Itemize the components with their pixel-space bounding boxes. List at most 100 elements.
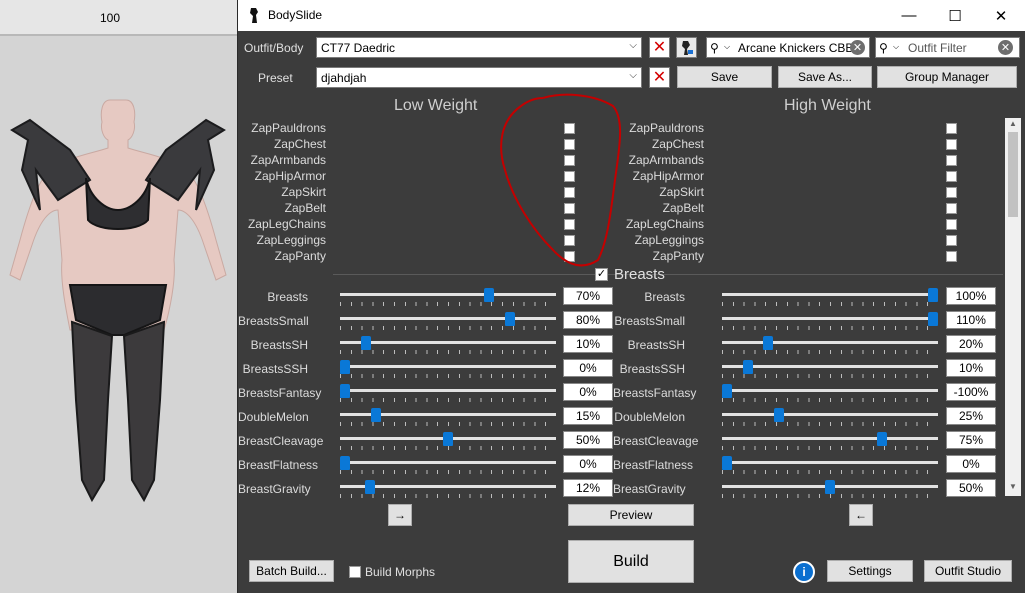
vertical-scrollbar[interactable]: ▲ ▼ — [1005, 118, 1021, 496]
zap-checkbox-high[interactable] — [946, 123, 957, 134]
slider-thumb-low[interactable] — [360, 336, 371, 350]
slider-value-high[interactable]: 110% — [946, 311, 996, 329]
screen: 100 BodySlide — ☐ ✕ Outfit/Body CT77 Dae… — [0, 0, 1025, 593]
slider-thumb-low[interactable] — [340, 384, 350, 398]
slider-thumb-low[interactable] — [370, 408, 381, 422]
scrollbar-thumb[interactable] — [1008, 132, 1018, 217]
save-as-button[interactable]: Save As... — [778, 66, 872, 88]
outfit-studio-button[interactable]: Outfit Studio — [924, 560, 1012, 582]
info-icon[interactable]: i — [793, 561, 815, 583]
slider-thumb-high[interactable] — [825, 480, 835, 494]
build-button[interactable]: Build — [568, 540, 694, 583]
body-preview-figure[interactable] — [0, 60, 237, 540]
slider-label-low: Breasts — [267, 290, 308, 304]
paint-brush-button[interactable] — [676, 37, 697, 58]
slider-track-low[interactable] — [340, 293, 556, 296]
minimize-button[interactable]: — — [886, 0, 932, 31]
slider-track-high[interactable] — [722, 317, 938, 320]
slider-track-high[interactable] — [722, 365, 938, 368]
bodyslide-app-icon — [250, 8, 258, 23]
slider-value-low[interactable]: 0% — [563, 359, 613, 377]
slider-thumb-low[interactable] — [484, 288, 495, 302]
slider-thumb-low[interactable] — [443, 432, 453, 446]
slider-label-low: BreastsSmall — [238, 314, 309, 328]
zap-checkbox-high[interactable] — [946, 171, 957, 182]
slider-track-high[interactable] — [722, 293, 938, 296]
clear-filter-icon[interactable]: ✕ — [998, 40, 1013, 55]
slider-value-low[interactable]: 80% — [563, 311, 613, 329]
zap-checkbox-high[interactable] — [946, 155, 957, 166]
zap-checkbox-high[interactable] — [946, 219, 957, 230]
slider-track-low[interactable] — [340, 365, 556, 368]
slider-value-low[interactable]: 0% — [563, 383, 613, 401]
outfit-body-select[interactable]: CT77 Daedric ⌵ — [316, 37, 642, 58]
slider-thumb-high[interactable] — [773, 408, 784, 422]
slider-value-low[interactable]: 0% — [563, 455, 613, 473]
slider-track-low[interactable] — [340, 389, 556, 392]
slider-value-high[interactable]: 25% — [946, 407, 996, 425]
outfit-search-input[interactable]: ⚲ ⌵ Arcane Knickers CBB ✕ — [706, 37, 870, 58]
slider-value-high[interactable]: 10% — [946, 359, 996, 377]
slider-ticks-low — [340, 302, 556, 306]
slider-thumb-low[interactable] — [504, 312, 515, 326]
slider-value-low[interactable]: 10% — [563, 335, 613, 353]
zap-checkbox-high[interactable] — [946, 203, 957, 214]
slider-thumb-high[interactable] — [876, 432, 887, 446]
zap-checkbox-high[interactable] — [946, 139, 957, 150]
group-manager-button[interactable]: Group Manager — [877, 66, 1017, 88]
settings-button[interactable]: Settings — [827, 560, 913, 582]
slider-track-high[interactable] — [722, 461, 938, 464]
batch-build-button[interactable]: Batch Build... — [249, 560, 334, 582]
slider-track-high[interactable] — [722, 413, 938, 416]
slider-value-high[interactable]: 75% — [946, 431, 996, 449]
slider-value-high[interactable]: 100% — [946, 287, 996, 305]
slider-thumb-high[interactable] — [928, 288, 938, 302]
zap-checkbox-high[interactable] — [946, 251, 957, 262]
slider-thumb-low[interactable] — [340, 360, 350, 374]
slider-ticks-low — [340, 398, 556, 402]
slider-track-high[interactable] — [722, 389, 938, 392]
slider-thumb-high[interactable] — [928, 312, 938, 326]
slider-thumb-high[interactable] — [722, 384, 732, 398]
slider-track-low[interactable] — [340, 341, 556, 344]
preset-select[interactable]: djahdjah ⌵ — [316, 67, 642, 88]
preview-pane[interactable]: 100 — [0, 0, 237, 593]
copy-right-arrow-button[interactable]: → — [388, 504, 412, 526]
slider-value-low[interactable]: 70% — [563, 287, 613, 305]
slider-value-low[interactable]: 15% — [563, 407, 613, 425]
slider-value-high[interactable]: 50% — [946, 479, 996, 497]
scroll-down-icon[interactable]: ▼ — [1009, 482, 1017, 491]
slider-value-high[interactable]: -100% — [946, 383, 996, 401]
slider-track-high[interactable] — [722, 437, 938, 440]
remove-preset-button[interactable]: ✕ — [649, 67, 670, 88]
copy-left-arrow-button[interactable]: ← — [849, 504, 873, 526]
slider-thumb-low[interactable] — [364, 480, 375, 494]
preview-button[interactable]: Preview — [568, 504, 694, 526]
slider-thumb-high[interactable] — [763, 336, 774, 350]
slider-value-high[interactable]: 20% — [946, 335, 996, 353]
close-button[interactable]: ✕ — [978, 0, 1024, 31]
slider-thumb-low[interactable] — [340, 456, 350, 470]
slider-thumb-high[interactable] — [742, 360, 753, 374]
zap-checkbox-high[interactable] — [946, 187, 957, 198]
clear-search-icon[interactable]: ✕ — [850, 40, 865, 55]
outfit-filter-input[interactable]: ⚲ ⌵ Outfit Filter ✕ — [875, 37, 1020, 58]
slider-ticks-high — [722, 470, 938, 474]
outfit-body-label: Outfit/Body — [244, 41, 304, 55]
maximize-button[interactable]: ☐ — [932, 0, 978, 31]
slider-track-high[interactable] — [722, 341, 938, 344]
slider-value-low[interactable]: 50% — [563, 431, 613, 449]
slider-label-low: BreastsFantasy — [238, 386, 322, 400]
slider-track-low[interactable] — [340, 461, 556, 464]
slider-label-low: BreastsSH — [250, 338, 308, 352]
save-button[interactable]: Save — [677, 66, 772, 88]
remove-outfit-button[interactable]: ✕ — [649, 37, 670, 58]
slider-value-high[interactable]: 0% — [946, 455, 996, 473]
build-morphs-checkbox[interactable] — [349, 566, 361, 578]
slider-thumb-high[interactable] — [722, 456, 732, 470]
zap-checkbox-high[interactable] — [946, 235, 957, 246]
slider-track-low[interactable] — [340, 317, 556, 320]
breasts-section-checkbox[interactable]: ✓ — [595, 268, 608, 281]
scroll-up-icon[interactable]: ▲ — [1009, 119, 1017, 128]
slider-value-low[interactable]: 12% — [563, 479, 613, 497]
